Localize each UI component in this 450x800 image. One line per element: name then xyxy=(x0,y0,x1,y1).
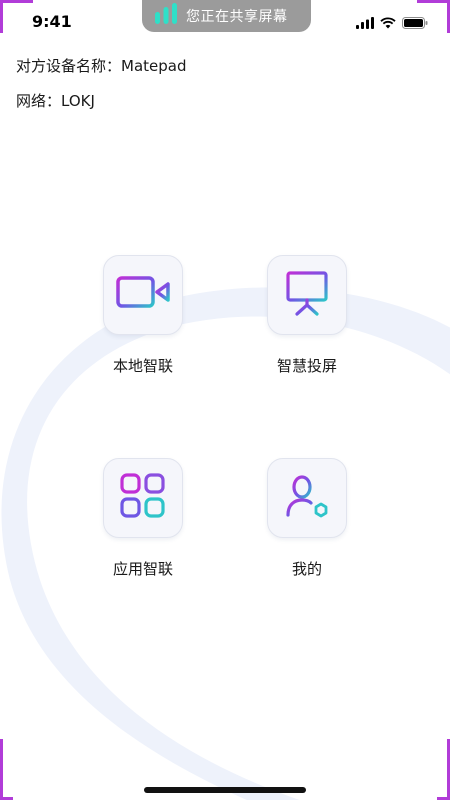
device-name-text: 对方设备名称：Matepad xyxy=(16,57,187,75)
video-camera-icon xyxy=(115,273,171,317)
tile-label: 本地智联 xyxy=(112,357,173,375)
network-name-text: 网络：LOKJ xyxy=(16,92,95,110)
tile-icon-box[interactable] xyxy=(267,458,347,538)
tile-icon-box[interactable] xyxy=(267,255,347,335)
status-icons xyxy=(356,14,428,33)
apps-grid-icon xyxy=(119,472,167,524)
screen-share-indicator[interactable]: 您正在共享屏幕 xyxy=(142,0,311,32)
share-label: 您正在共享屏幕 xyxy=(186,9,288,25)
home-indicator[interactable] xyxy=(144,787,306,793)
tile-smart-projection[interactable]: 智慧投屏 xyxy=(247,255,367,376)
status-bar: 9:41 您正在共享屏幕 xyxy=(0,0,450,44)
corner-marker-bottom-right xyxy=(437,739,450,800)
tile-local-link[interactable]: 本地智联 xyxy=(83,255,203,376)
tile-app-link[interactable]: 应用智联 xyxy=(83,458,203,579)
presentation-board-icon xyxy=(285,270,329,320)
battery-icon xyxy=(402,14,428,33)
corner-marker-bottom-left xyxy=(0,739,13,800)
signal-icon xyxy=(356,14,374,33)
tile-label: 我的 xyxy=(291,560,322,578)
signal-bars-icon xyxy=(154,3,178,29)
background-arc xyxy=(1,287,450,800)
tile-label: 应用智联 xyxy=(112,560,173,578)
tile-icon-box[interactable] xyxy=(103,255,183,335)
tile-mine[interactable]: 我的 xyxy=(247,458,367,579)
wifi-icon xyxy=(380,14,396,33)
user-profile-icon xyxy=(284,473,330,523)
tile-icon-box[interactable] xyxy=(103,458,183,538)
tile-label: 智慧投屏 xyxy=(276,357,337,375)
status-time: 9:41 xyxy=(32,12,72,31)
